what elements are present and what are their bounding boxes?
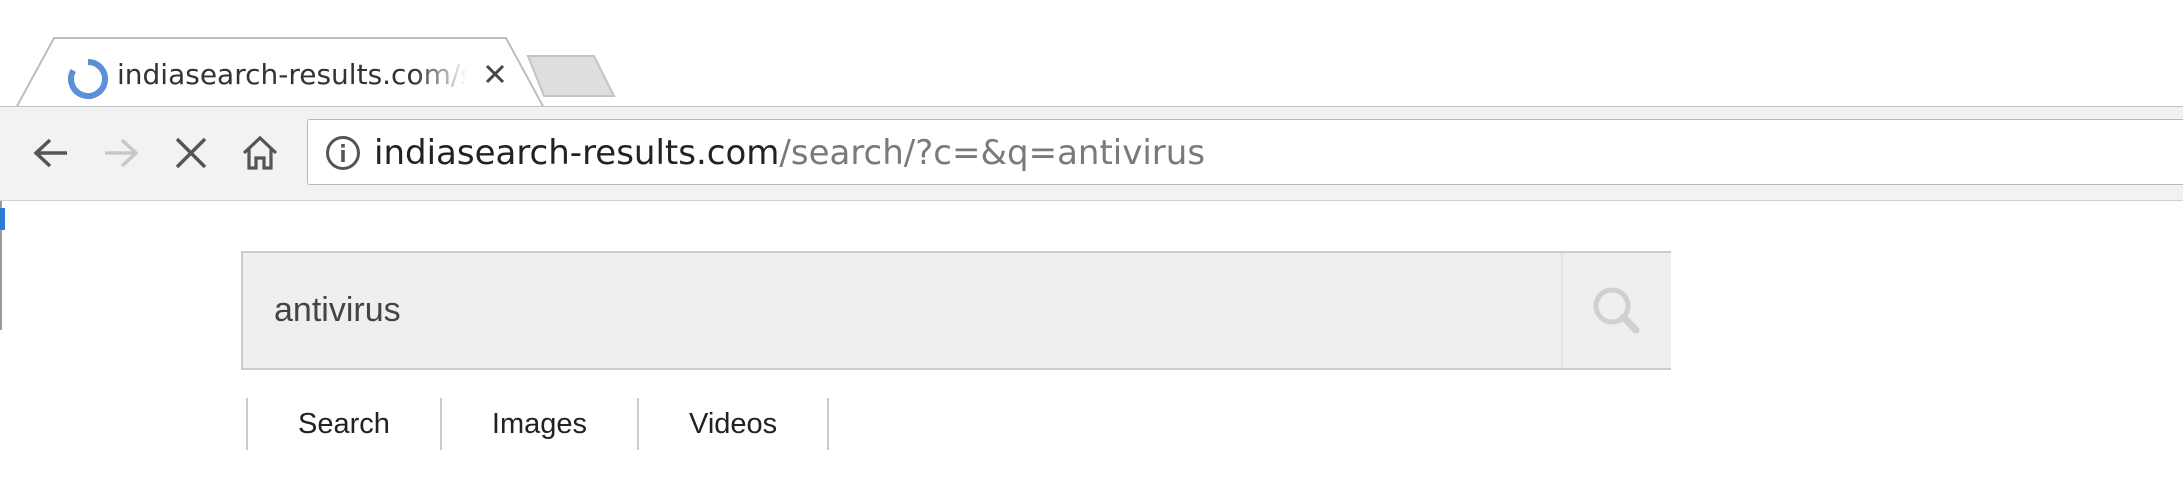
url-host: indiasearch-results.com bbox=[374, 133, 780, 173]
home-icon bbox=[242, 135, 278, 170]
tab-videos[interactable]: Videos bbox=[637, 398, 830, 450]
search-vertical-tabs: Search Images Videos bbox=[246, 398, 830, 450]
tab-title: indiasearch-results.com/search/?c=&q=ant… bbox=[117, 58, 467, 91]
new-tab-button[interactable] bbox=[526, 54, 616, 98]
info-circle-icon[interactable] bbox=[324, 134, 362, 172]
close-icon bbox=[485, 64, 505, 84]
magnifier-icon bbox=[1593, 287, 1640, 333]
back-button[interactable] bbox=[27, 129, 75, 177]
loading-spinner-icon bbox=[68, 59, 109, 99]
arrow-right-icon bbox=[105, 138, 139, 168]
home-button[interactable] bbox=[236, 129, 284, 177]
tab-close-button[interactable] bbox=[475, 54, 515, 94]
forward-button[interactable] bbox=[97, 129, 145, 177]
tab-images[interactable]: Images bbox=[439, 398, 637, 450]
close-icon bbox=[175, 137, 207, 169]
search-form bbox=[241, 251, 1671, 370]
window-edge-accent bbox=[0, 208, 5, 230]
tab-search[interactable]: Search bbox=[246, 398, 440, 450]
url-path: /search/?c=&q=antivirus bbox=[779, 133, 1206, 173]
browser-tab-active[interactable]: indiasearch-results.com/search/?c=&q=ant… bbox=[14, 36, 550, 108]
url-text[interactable]: indiasearch-results.com/search/?c=&q=ant… bbox=[374, 120, 1205, 186]
browser-toolbar: indiasearch-results.com/search/?c=&q=ant… bbox=[0, 107, 2183, 201]
search-submit-button[interactable] bbox=[1561, 253, 1671, 368]
tab-strip: indiasearch-results.com/search/?c=&q=ant… bbox=[0, 0, 2183, 108]
search-input[interactable] bbox=[243, 253, 1559, 368]
stop-loading-button[interactable] bbox=[167, 129, 215, 177]
address-bar[interactable]: indiasearch-results.com/search/?c=&q=ant… bbox=[307, 119, 2183, 185]
arrow-left-icon bbox=[33, 138, 67, 168]
